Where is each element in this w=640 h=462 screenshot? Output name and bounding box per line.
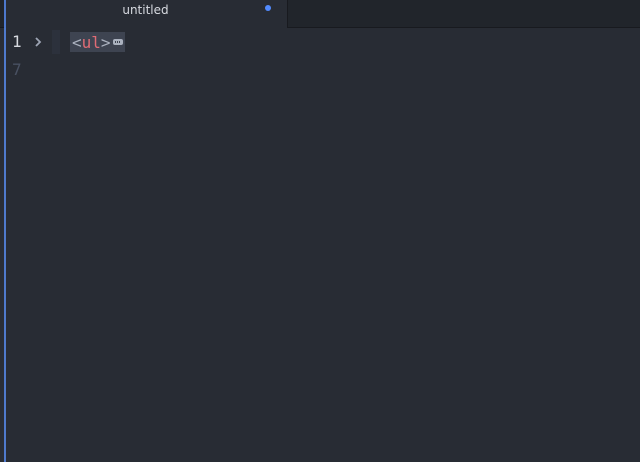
tag-close-bracket: >: [100, 32, 111, 52]
line-number-1[interactable]: 1: [12, 28, 32, 56]
chevron-right-icon[interactable]: [34, 37, 42, 47]
tab-untitled[interactable]: untitled: [4, 0, 288, 28]
tab-bar: untitled: [0, 0, 640, 28]
tab-title: untitled: [122, 3, 169, 17]
modified-dot-icon[interactable]: [265, 5, 271, 11]
tag-name: ul: [81, 32, 101, 52]
editor-window: untitled 1 7 < ul >: [0, 0, 640, 462]
ellipsis-icon[interactable]: [112, 39, 123, 45]
code-line-1[interactable]: < ul >: [70, 32, 125, 52]
line-number-gutter: 1 7: [6, 28, 52, 462]
cursor-line-highlight: [52, 30, 60, 54]
line-number-7[interactable]: 7: [12, 56, 32, 84]
tag-open-bracket: <: [72, 32, 82, 52]
code-editor[interactable]: 1 7 < ul >: [6, 28, 640, 462]
